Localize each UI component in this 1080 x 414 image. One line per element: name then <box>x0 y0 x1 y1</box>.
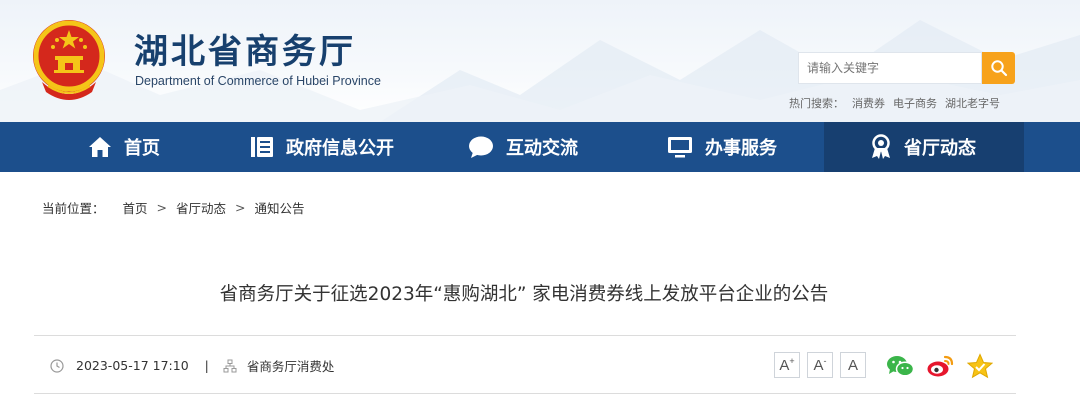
site-header: 湖北省商务厅 Department of Commerce of Hubei P… <box>0 0 1080 122</box>
nav-item-gov-info[interactable]: 政府信息公开 <box>250 122 394 172</box>
font-reset-button[interactable]: A <box>840 352 866 378</box>
breadcrumb-item-home[interactable]: 首页 <box>123 198 148 217</box>
nav-item-dept-news[interactable]: 省厅动态 <box>870 122 976 172</box>
document-icon <box>251 137 273 157</box>
font-decrease-button[interactable]: A- <box>807 352 833 378</box>
article-meta: 2023-05-17 17:10 | 省商务厅消费处 <box>50 356 334 375</box>
nav-item-home[interactable]: 首页 <box>88 122 160 172</box>
share-weibo-button[interactable] <box>926 352 954 380</box>
national-emblem-icon <box>33 20 105 100</box>
favorite-button[interactable] <box>966 352 994 380</box>
font-increase-button[interactable]: A + <box>774 352 800 378</box>
share-wechat-button[interactable] <box>886 352 914 380</box>
publish-datetime: 2023-05-17 17:10 <box>76 358 189 373</box>
wechat-icon <box>887 356 914 377</box>
breadcrumb-label: 当前位置： <box>42 201 105 216</box>
site-title: 湖北省商务厅 <box>134 32 356 72</box>
hot-search-term[interactable]: 消费券 <box>852 95 885 111</box>
clock-icon <box>50 358 64 373</box>
hot-search-label: 热门搜索： <box>789 97 844 110</box>
favorite-star-icon <box>967 353 993 379</box>
article-title: 省商务厅关于征选2023年“惠购湖北” 家电消费券线上发放平台企业的公告 <box>219 284 829 305</box>
divider <box>34 335 1016 336</box>
search-button[interactable] <box>982 52 1015 84</box>
site-subtitle: Department of Commerce of Hubei Province <box>135 74 381 88</box>
breadcrumb-item-dept-news[interactable]: 省厅动态 <box>176 198 226 217</box>
divider <box>34 393 1016 394</box>
nav-item-interaction[interactable]: 互动交流 <box>468 122 578 172</box>
search-input[interactable] <box>798 52 982 84</box>
nav-item-label: 政府信息公开 <box>286 138 394 159</box>
nav-item-label: 办事服务 <box>705 138 777 159</box>
monitor-icon <box>668 137 692 158</box>
breadcrumb: 当前位置： 首页 > 省厅动态 > 通知公告 <box>42 198 305 217</box>
nav-item-label: 省厅动态 <box>904 138 976 159</box>
nav-item-label: 互动交流 <box>506 138 578 159</box>
font-button-label: A <box>847 356 858 374</box>
weibo-icon <box>927 355 954 377</box>
chat-bubble-icon <box>469 136 493 158</box>
article-source: 省商务厅消费处 <box>246 359 335 374</box>
org-chart-icon <box>223 359 237 372</box>
home-icon <box>89 137 111 157</box>
hot-search-term[interactable]: 电子商务 <box>893 95 937 111</box>
breadcrumb-separator: > <box>156 200 168 215</box>
breadcrumb-item-notices[interactable]: 通知公告 <box>255 198 305 217</box>
search-icon <box>990 60 1007 77</box>
breadcrumb-separator: > <box>235 200 246 215</box>
award-icon <box>872 134 890 159</box>
font-button-label: A <box>813 356 824 374</box>
meta-separator: | <box>204 358 209 373</box>
nav-item-services[interactable]: 办事服务 <box>667 122 777 172</box>
hot-search-term[interactable]: 湖北老字号 <box>945 95 1000 111</box>
nav-item-label: 首页 <box>124 138 160 159</box>
hot-search: 热门搜索： 消费券 电子商务 湖北老字号 <box>789 95 1000 111</box>
font-button-label: A <box>779 356 790 374</box>
main-nav: 首页 政府信息公开 互动交流 办事服务 省厅动态 <box>0 122 1080 172</box>
